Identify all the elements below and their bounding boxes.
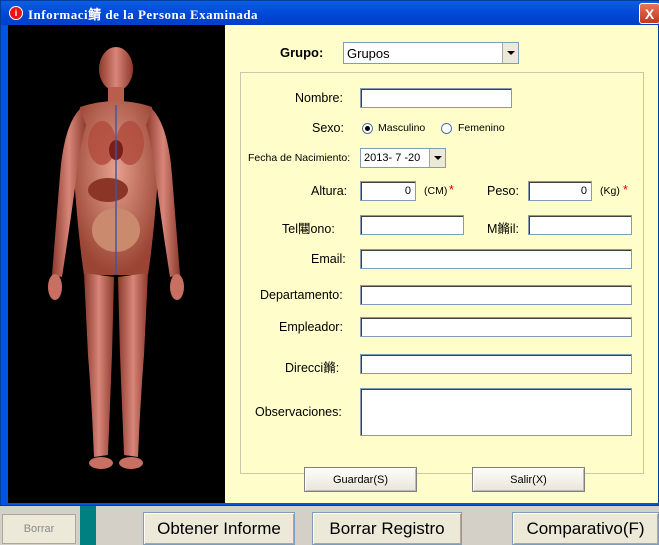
direccion-field[interactable] — [360, 354, 632, 374]
calendar-dropdown-icon[interactable] — [429, 149, 445, 167]
movil-field[interactable] — [528, 215, 632, 235]
empleador-label: Empleador: — [279, 320, 343, 334]
nombre-label: Nombre: — [295, 91, 343, 105]
comparativo-button[interactable]: Comparativo(F) — [512, 512, 659, 545]
masculino-radio[interactable] — [362, 123, 373, 134]
direccion-label: Direcci鏅: — [285, 361, 340, 375]
femenino-label: Femenino — [458, 122, 505, 134]
title-bar[interactable]: i Informaci鲭 de la Persona Examinada X — [1, 1, 659, 25]
observaciones-label: Observaciones: — [255, 405, 342, 419]
chevron-down-icon[interactable] — [502, 43, 518, 63]
grupo-select[interactable]: Grupos — [343, 42, 519, 64]
peso-unit: (Kg) — [600, 185, 620, 197]
telefono-label: Tel闀ono: — [282, 222, 335, 236]
human-anatomy-figure — [48, 47, 184, 469]
peso-label: Peso: — [487, 184, 519, 198]
altura-label: Altura: — [311, 184, 348, 198]
altura-field[interactable]: 0 — [360, 181, 416, 201]
person-form: Grupo: Grupos Nombre: Sexo: Masculino Fe… — [225, 25, 658, 503]
peso-field[interactable]: 0 — [528, 181, 592, 201]
observaciones-field[interactable] — [360, 388, 632, 436]
femenino-radio[interactable] — [441, 123, 452, 134]
nombre-field[interactable] — [360, 88, 512, 108]
telefono-field[interactable] — [360, 215, 464, 235]
email-field[interactable] — [360, 249, 632, 269]
departamento-field[interactable] — [360, 285, 632, 305]
movil-label: M鏅il: — [487, 222, 519, 236]
fecha-value: 2013- 7 -20 — [364, 152, 421, 164]
email-label: Email: — [311, 252, 346, 266]
grupo-label: Grupo: — [280, 45, 324, 60]
guardar-button[interactable]: Guardar(S) — [304, 467, 417, 492]
fecha-label: Fecha de Nacimiento: — [248, 152, 351, 164]
departamento-label: Departamento: — [260, 288, 343, 302]
obtener-informe-button[interactable]: Obtener Informe — [143, 512, 295, 545]
grupo-value: Grupos — [347, 45, 390, 61]
fecha-picker[interactable]: 2013- 7 -20 — [360, 148, 446, 168]
app-icon: i — [9, 6, 23, 20]
anatomy-figure-panel — [8, 25, 225, 503]
person-info-dialog: i Informaci鲭 de la Persona Examinada X G… — [0, 0, 659, 506]
empleador-field[interactable] — [360, 317, 632, 337]
background-teal-strip — [80, 506, 96, 545]
window-title: Informaci鲭 de la Persona Examinada — [28, 6, 259, 22]
altura-required-mark: * — [449, 183, 454, 197]
salir-button[interactable]: Salir(X) — [472, 467, 585, 492]
altura-unit: (CM) — [424, 185, 448, 197]
sexo-label: Sexo: — [312, 121, 344, 135]
close-button[interactable]: X — [639, 3, 659, 24]
background-borrar-button[interactable]: Borrar — [2, 514, 76, 544]
borrar-registro-button[interactable]: Borrar Registro — [312, 512, 462, 545]
peso-required-mark: * — [623, 183, 628, 197]
masculino-label: Masculino — [378, 122, 426, 134]
